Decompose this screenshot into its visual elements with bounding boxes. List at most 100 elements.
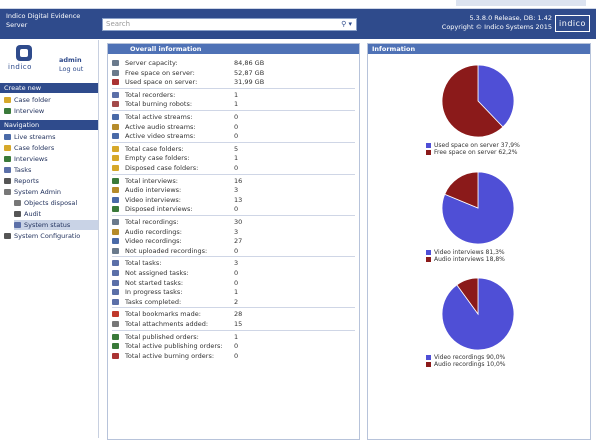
- stat-label: Not uploaded recordings:: [125, 246, 208, 255]
- stat-label: Video interviews:: [125, 195, 181, 204]
- legend-label: Video interviews 81,3%: [434, 249, 505, 256]
- top-strip: [0, 0, 596, 9]
- overall-information-title: Overall information: [108, 44, 359, 54]
- stat-value: 3: [234, 227, 239, 236]
- stat-value: 30: [234, 218, 243, 226]
- stat-value: 0: [234, 342, 239, 351]
- stat-row: Total case folders: 5: [112, 144, 355, 154]
- stat-value: 1: [234, 90, 239, 99]
- brand-icon: [16, 45, 32, 61]
- legend-swatch: [426, 355, 431, 360]
- task-icon: [112, 279, 119, 286]
- search-input[interactable]: Search ⚲ ▾: [102, 18, 357, 31]
- stat-row: Total active burning orders: 0: [112, 351, 355, 361]
- pie-legend-1: Used space on server 37,9% Free space on …: [426, 142, 520, 156]
- legend-entry: Audio recordings 10,0%: [426, 361, 506, 368]
- stream-icon: [112, 114, 119, 120]
- stat-row: Disposed interviews: 0: [112, 204, 355, 214]
- task-icon: [112, 289, 119, 296]
- legend-swatch: [426, 257, 431, 262]
- sidebar-item-tasks[interactable]: Tasks: [4, 165, 98, 175]
- stat-label: Total case folders:: [125, 144, 184, 153]
- create-item-interview[interactable]: Interview: [4, 106, 98, 116]
- stat-row: Server capacity: 84,86 GB: [112, 58, 355, 68]
- stat-row: Used space on server: 31,99 GB: [112, 77, 355, 87]
- recording-icon: [112, 219, 119, 225]
- overall-information-panel: Overall information Server capacity: 84,8…: [107, 43, 360, 440]
- legend-label: Video recordings 90,0%: [434, 354, 506, 361]
- group-divider: [112, 110, 355, 111]
- stat-value: 0: [234, 113, 239, 121]
- stat-value: 1: [234, 332, 239, 341]
- indico-logo: indico: [555, 15, 590, 32]
- sidebar-item-label: Live streams: [14, 133, 56, 141]
- legend-entry: Video recordings 90,0%: [426, 354, 506, 361]
- stat-label: Active audio streams:: [125, 122, 196, 131]
- stat-value: 0: [234, 351, 239, 360]
- stat-value: 0: [234, 205, 239, 214]
- app-header: Indico Digital Evidence Server Search ⚲ …: [0, 9, 596, 39]
- stat-value: 0: [234, 132, 239, 141]
- pie-legend-2: Video interviews 81,3% Audio interviews 1…: [426, 249, 505, 263]
- search-placeholder: Search: [106, 20, 131, 28]
- audio-icon: [112, 228, 119, 235]
- sidebar-item-audit[interactable]: Audit: [14, 209, 98, 219]
- stat-value: 1: [234, 154, 239, 163]
- legend-entry: Video interviews 81,3%: [426, 249, 505, 256]
- stat-row: Audio interviews: 3: [112, 185, 355, 195]
- stat-value: 84,86 GB: [234, 59, 265, 67]
- burn-icon: [112, 352, 119, 359]
- legend-label: Audio recordings 10,0%: [434, 361, 506, 368]
- stat-row: Not started tasks: 0: [112, 278, 355, 288]
- order-icon: [112, 333, 119, 340]
- stat-label: Disposed case folders:: [125, 164, 199, 172]
- stat-row: Disposed case folders: 0: [112, 163, 355, 173]
- folder-icon: [112, 155, 119, 162]
- stat-row: Total tasks: 3: [112, 258, 355, 268]
- sidebar-item-reports[interactable]: Reports: [4, 176, 98, 186]
- stat-label: Not assigned tasks:: [125, 269, 189, 277]
- release-info: 5.3.8.0 Release, DB: 1.42 Copyright © In…: [442, 14, 552, 32]
- stat-value: 28: [234, 310, 243, 319]
- stat-row: Total recordings: 30: [112, 217, 355, 227]
- task-icon: [4, 167, 11, 173]
- server-icon: [112, 60, 119, 66]
- sidebar-item-live-streams[interactable]: Live streams: [4, 132, 98, 142]
- sidebar-item-system-configuratio[interactable]: System Configuratio: [4, 231, 98, 241]
- stat-label: In progress tasks:: [125, 288, 183, 297]
- sidebar-item-system-status[interactable]: System status: [14, 220, 98, 230]
- stat-label: Total recordings:: [125, 218, 179, 226]
- stat-label: Total interviews:: [125, 176, 178, 185]
- stat-row: Video recordings: 27: [112, 236, 355, 246]
- stat-label: Tasks completed:: [125, 297, 182, 306]
- stat-label: Audio interviews:: [125, 186, 182, 195]
- stat-row: Total active streams: 0: [112, 112, 355, 122]
- create-item-case-folder[interactable]: Case folder: [4, 95, 98, 105]
- stat-row: Audio recordings: 3: [112, 227, 355, 237]
- recording-icon: [112, 247, 119, 254]
- sidebar-item-label: Reports: [14, 177, 39, 185]
- search-icon[interactable]: ⚲ ▾: [341, 19, 352, 30]
- folder-icon: [112, 165, 119, 171]
- sidebar-item-case-folders[interactable]: Case folders: [4, 143, 98, 153]
- attachment-icon: [112, 321, 119, 327]
- app-title-line1: Indico Digital Evidence: [6, 12, 81, 20]
- stat-label: Used space on server:: [125, 78, 198, 87]
- stat-label: Total published orders:: [125, 332, 199, 341]
- stat-value: 16: [234, 176, 243, 185]
- logout-link[interactable]: Log out: [59, 65, 83, 74]
- recorder-icon: [112, 91, 119, 98]
- sidebar-item-objects-disposal[interactable]: Objects disposal: [14, 198, 98, 208]
- sidebar: indico admin Log out Create new Case fold…: [0, 40, 99, 438]
- sidebar-item-interviews[interactable]: Interviews: [4, 154, 98, 164]
- group-divider: [112, 173, 355, 175]
- stat-label: Total bookmarks made:: [125, 310, 201, 319]
- legend-swatch: [426, 362, 431, 367]
- video-icon: [112, 196, 119, 203]
- stat-row: In progress tasks: 1: [112, 287, 355, 297]
- stat-label: Total active burning orders:: [125, 351, 215, 360]
- legend-swatch: [426, 143, 431, 148]
- stat-row: Total published orders: 1: [112, 332, 355, 342]
- sidebar-item-system-admin[interactable]: System Admin: [4, 187, 98, 197]
- robot-icon: [112, 101, 119, 108]
